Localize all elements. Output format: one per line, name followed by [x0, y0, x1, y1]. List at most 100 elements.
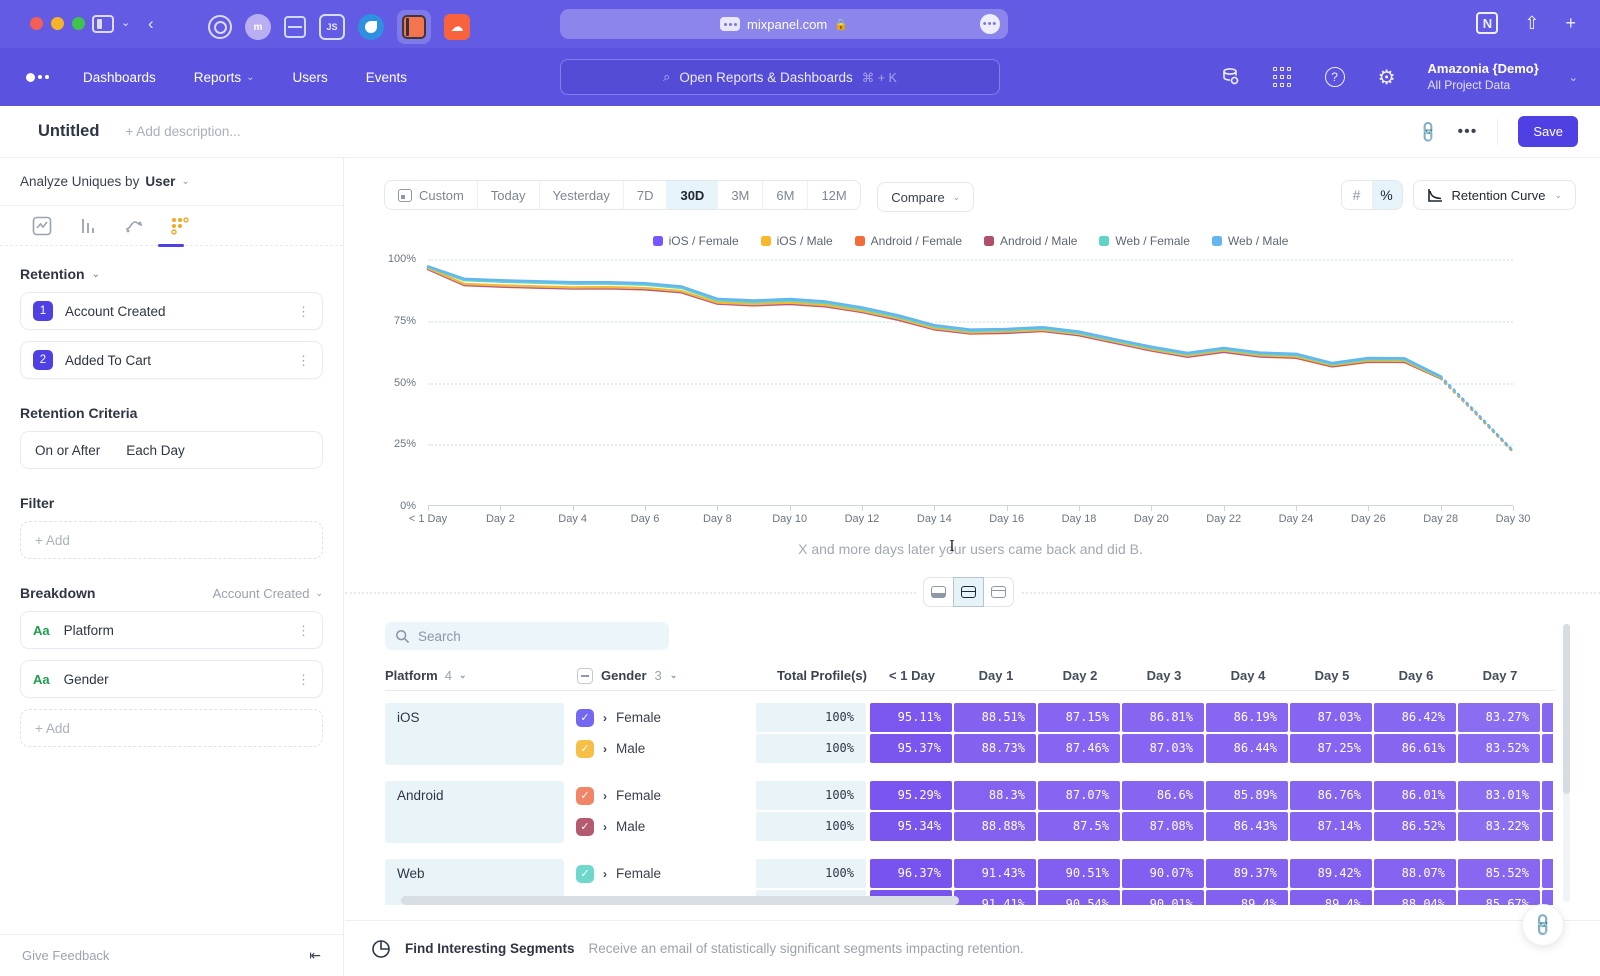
box-icon[interactable]	[284, 16, 306, 38]
table-only-view-button[interactable]	[983, 577, 1014, 607]
retention-value-cell[interactable]: 91.43%	[954, 859, 1036, 888]
legend-item[interactable]: Web / Female	[1099, 234, 1189, 248]
retention-value-cell[interactable]: 87.46%	[1038, 734, 1120, 763]
nav-item-events[interactable]: Events	[366, 70, 407, 85]
give-feedback-link[interactable]: Give Feedback	[22, 948, 109, 963]
add-filter-button[interactable]: + Add	[20, 521, 323, 559]
retention-value-cell[interactable]: 87.15%	[1038, 703, 1120, 732]
retention-value-cell[interactable]: 90.07%	[1122, 859, 1204, 888]
day-column-header[interactable]: Day 2	[1039, 668, 1121, 683]
breakdown-platform[interactable]: AaPlatform⋮	[20, 611, 323, 649]
chart-type-dropdown[interactable]: Retention Curve ⌄	[1413, 180, 1577, 210]
retention-value-cell[interactable]: 86.6%	[1122, 781, 1204, 810]
horizontal-scrollbar[interactable]	[401, 896, 959, 905]
breakdown-scope-dropdown[interactable]: Account Created ⌄	[213, 586, 323, 601]
add-description[interactable]: + Add description...	[125, 124, 240, 139]
platform-column-header[interactable]: Platform 4 ⌄	[385, 668, 565, 683]
analyze-uniques-row[interactable]: Analyze Uniques by User ⌄	[0, 158, 343, 206]
retention-value-cell[interactable]: 91.41%	[954, 890, 1036, 905]
retention-value-cell[interactable]: 96.37%	[870, 859, 952, 888]
mixpanel-logo-icon[interactable]	[26, 73, 49, 82]
nav-item-users[interactable]: Users	[292, 70, 327, 85]
retention-line-chart[interactable]: 100%75%50%25%0%	[428, 259, 1513, 506]
back-icon[interactable]: ‹	[148, 14, 154, 34]
save-button[interactable]: Save	[1518, 116, 1578, 147]
maximize-window-icon[interactable]	[72, 17, 85, 30]
retention-value-cell[interactable]: 88.73%	[954, 734, 1036, 763]
retention-value-cell[interactable]: 85.52%	[1458, 859, 1540, 888]
split-view-button[interactable]	[953, 577, 984, 607]
legend-item[interactable]: iOS / Female	[653, 234, 739, 248]
share-link-floating-button[interactable]: 🔗	[1522, 904, 1564, 946]
retention-value-cell[interactable]: 85.89%	[1206, 781, 1288, 810]
retention-value-cell[interactable]: 86.19%	[1206, 703, 1288, 732]
retention-value-cell[interactable]: 88.07%	[1374, 859, 1456, 888]
window-controls[interactable]	[30, 17, 85, 30]
row-checkbox[interactable]: ✓	[576, 865, 594, 883]
apps-grid-icon[interactable]	[1272, 66, 1294, 88]
copy-link-icon[interactable]: 🔗	[1415, 119, 1441, 145]
retention-value-cell[interactable]: 86.76%	[1290, 781, 1372, 810]
browser-sidebar-icon[interactable]	[92, 15, 114, 33]
new-tab-icon[interactable]: +	[1565, 13, 1576, 34]
tab-retention[interactable]	[168, 214, 192, 238]
m-avatar-icon[interactable]: m	[245, 14, 271, 40]
vertical-scrollbar[interactable]	[1563, 624, 1570, 902]
range-yesterday[interactable]: Yesterday	[540, 181, 624, 209]
nav-item-reports[interactable]: Reports⌄	[194, 70, 255, 85]
retention-value-cell[interactable]: 95.34%	[870, 812, 952, 841]
share-icon[interactable]: ⇧	[1524, 13, 1539, 34]
retention-value-cell[interactable]: 83.27%	[1458, 703, 1540, 732]
table-search-input[interactable]: Search	[385, 622, 669, 650]
segments-title[interactable]: Find Interesting Segments	[405, 941, 575, 956]
range-7d[interactable]: 7D	[624, 181, 668, 209]
chevron-right-icon[interactable]: ›	[603, 742, 607, 756]
more-options-icon[interactable]: •••	[1458, 123, 1478, 141]
retention-value-cell[interactable]: 86.01%	[1374, 781, 1456, 810]
retention-value-cell[interactable]: 87.08%	[1122, 812, 1204, 841]
retention-value-cell[interactable]: 86.43%	[1206, 812, 1288, 841]
criteria-operator[interactable]: On or After	[35, 443, 100, 458]
gender-column-header[interactable]: Gender 3 ⌄	[577, 668, 747, 684]
chevron-right-icon[interactable]: ›	[603, 820, 607, 834]
retention-value-cell[interactable]: 87.03%	[1122, 734, 1204, 763]
day-column-header[interactable]: Day 7	[1459, 668, 1541, 683]
chart-only-view-button[interactable]	[923, 577, 954, 607]
legend-item[interactable]: iOS / Male	[761, 234, 833, 248]
js-icon[interactable]: JS	[319, 14, 345, 40]
retention-value-cell[interactable]: 86.42%	[1374, 703, 1456, 732]
close-window-icon[interactable]	[30, 17, 43, 30]
chevron-down-icon[interactable]: ⌄	[121, 16, 130, 29]
retention-value-cell[interactable]: 86.52%	[1374, 812, 1456, 841]
minimize-window-icon[interactable]	[51, 17, 64, 30]
platform-cell[interactable]: Android	[385, 781, 564, 843]
criteria-interval[interactable]: Each Day	[126, 443, 185, 458]
help-icon[interactable]: ?	[1325, 67, 1345, 87]
retention-value-cell[interactable]: 95.37%	[870, 734, 952, 763]
retention-value-cell[interactable]: 87.25%	[1290, 734, 1372, 763]
row-checkbox[interactable]: ✓	[576, 709, 594, 727]
total-column-header[interactable]: Total Profile(s)	[757, 668, 867, 683]
retention-value-cell[interactable]: 89.42%	[1290, 859, 1372, 888]
range-today[interactable]: Today	[478, 181, 540, 209]
retention-value-cell[interactable]: 88.3%	[954, 781, 1036, 810]
select-all-checkbox[interactable]	[577, 668, 593, 684]
chevron-down-icon[interactable]: ⌄	[1569, 71, 1578, 84]
bird-icon[interactable]	[358, 14, 384, 40]
url-bar[interactable]: mixpanel.com 🔒 •••	[560, 9, 1008, 39]
retention-value-cell[interactable]: 90.54%	[1038, 890, 1120, 905]
retention-value-cell[interactable]: 86.61%	[1374, 734, 1456, 763]
range-6m[interactable]: 6M	[763, 181, 808, 209]
journal-icon[interactable]	[397, 10, 431, 44]
retention-value-cell[interactable]: 83.52%	[1458, 734, 1540, 763]
chevron-right-icon[interactable]: ›	[603, 711, 607, 725]
retention-value-cell[interactable]: 85.67%	[1458, 890, 1540, 905]
day-column-header[interactable]: Day 6	[1375, 668, 1457, 683]
absolute-numbers-button[interactable]: #	[1342, 181, 1372, 209]
tab-funnels[interactable]	[76, 214, 100, 238]
retention-value-cell[interactable]: 89.4%	[1290, 890, 1372, 905]
retention-value-cell[interactable]: 87.5%	[1038, 812, 1120, 841]
percent-button[interactable]: %	[1372, 181, 1402, 209]
retention-value-cell[interactable]: 95.11%	[870, 703, 952, 732]
compare-button[interactable]: Compare ⌄	[877, 182, 974, 212]
